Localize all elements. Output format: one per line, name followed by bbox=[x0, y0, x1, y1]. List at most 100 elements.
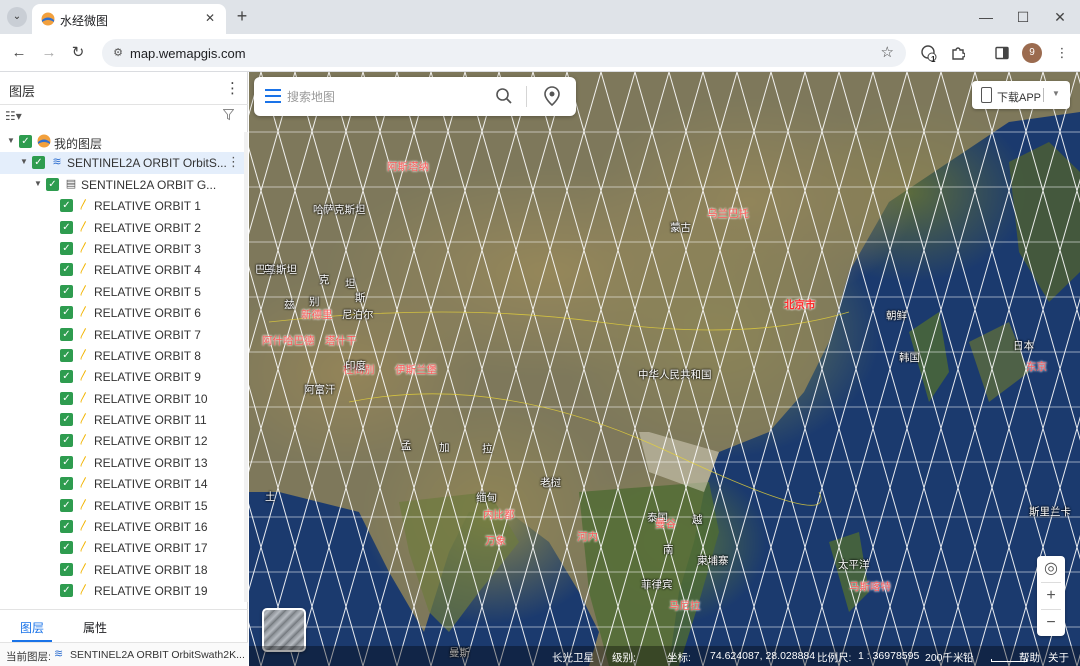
zoom-out-minus-icon[interactable]: − bbox=[1037, 610, 1065, 636]
zoom-in-plus-icon[interactable]: + bbox=[1037, 583, 1065, 609]
layer-checkbox[interactable]: ✓ bbox=[60, 370, 73, 384]
site-info-icon[interactable]: ⚙ bbox=[110, 45, 126, 61]
orbit-layer-row[interactable]: ✓ 〳 RELATIVE ORBIT 12 bbox=[0, 430, 248, 451]
layer-more-kebab-icon[interactable]: ⋮ bbox=[227, 154, 240, 170]
browser-menu-kebab-icon[interactable]: ⋮ bbox=[1050, 41, 1074, 65]
orbit-layer-row[interactable]: ✓ 〳 RELATIVE ORBIT 16 bbox=[0, 516, 248, 537]
map-place-label: 斯里兰卡 bbox=[1029, 506, 1071, 518]
orbit-layer-row[interactable]: ✓ 〳 RELATIVE ORBIT 5 bbox=[0, 281, 248, 302]
orbit-layer-row[interactable]: ✓ 〳 RELATIVE ORBIT 6 bbox=[0, 302, 248, 323]
layer-checkbox[interactable]: ✓ bbox=[60, 391, 73, 405]
line-layer-icon: 〳 bbox=[78, 263, 90, 276]
layer-checkbox[interactable]: ✓ bbox=[60, 306, 73, 320]
layer-checkbox[interactable]: ✓ bbox=[32, 156, 45, 170]
list-view-dropdown-icon[interactable]: ☷▾ bbox=[5, 109, 22, 123]
forward-arrow-icon[interactable]: → bbox=[37, 41, 61, 65]
minimize-icon[interactable]: — bbox=[973, 6, 999, 28]
reload-icon[interactable]: ↻ bbox=[66, 41, 90, 65]
map-place-label: 东京 bbox=[1026, 361, 1047, 373]
orbit-layer-row[interactable]: ✓ 〳 RELATIVE ORBIT 15 bbox=[0, 495, 248, 516]
layer-label: RELATIVE ORBIT 13 bbox=[94, 455, 208, 470]
collapse-caret-icon[interactable]: ▼ bbox=[7, 136, 15, 145]
location-pin-icon[interactable] bbox=[543, 86, 561, 106]
extensions-puzzle-icon[interactable] bbox=[946, 41, 970, 65]
layer-checkbox[interactable]: ✓ bbox=[60, 562, 73, 576]
layer-tree-root[interactable]: ▼ ✓ 我的图层 bbox=[0, 131, 248, 152]
layer-checkbox[interactable]: ✓ bbox=[60, 434, 73, 448]
line-layer-icon: 〳 bbox=[78, 520, 90, 533]
layer-checkbox[interactable]: ✓ bbox=[60, 348, 73, 362]
layer-checkbox[interactable]: ✓ bbox=[60, 413, 73, 427]
tab-list-chevron-icon[interactable]: ⌄ bbox=[7, 7, 27, 27]
download-app-button[interactable]: 下载APP ▼ bbox=[972, 81, 1070, 109]
tab-close-icon[interactable]: ✕ bbox=[202, 10, 218, 26]
side-panel-icon[interactable] bbox=[990, 41, 1014, 65]
orbit-layer-row[interactable]: ✓ 〳 RELATIVE ORBIT 8 bbox=[0, 345, 248, 366]
collapse-caret-icon[interactable]: ▼ bbox=[20, 157, 28, 166]
layer-label: RELATIVE ORBIT 11 bbox=[94, 413, 207, 428]
layer-checkbox[interactable]: ✓ bbox=[46, 177, 59, 191]
orbit-layer-row[interactable]: ✓ 〳 RELATIVE ORBIT 1 bbox=[0, 195, 248, 216]
layer-checkbox[interactable]: ✓ bbox=[60, 541, 73, 555]
layer-checkbox[interactable]: ✓ bbox=[60, 199, 73, 213]
bookmark-star-icon[interactable]: ☆ bbox=[881, 43, 894, 61]
chevron-down-icon[interactable]: ▼ bbox=[1052, 89, 1060, 98]
address-bar[interactable]: ⚙ map.wemapgis.com ☆ bbox=[102, 39, 906, 67]
orbit-layer-row[interactable]: ✓ 〳 RELATIVE ORBIT 14 bbox=[0, 473, 248, 494]
about-link[interactable]: 关于 bbox=[1048, 650, 1069, 665]
tab-layers[interactable]: 图层 bbox=[20, 619, 44, 636]
window-close-icon[interactable]: ✕ bbox=[1047, 6, 1073, 28]
search-icon[interactable] bbox=[495, 87, 513, 105]
layer-checkbox[interactable]: ✓ bbox=[60, 284, 73, 298]
layer-tree-scrollbar[interactable] bbox=[244, 132, 248, 602]
new-tab-plus-icon[interactable]: + bbox=[232, 6, 252, 26]
layer-checkbox[interactable]: ✓ bbox=[60, 263, 73, 277]
orbit-layer-row[interactable]: ✓ 〳 RELATIVE ORBIT 9 bbox=[0, 366, 248, 387]
map-place-label: 克 bbox=[319, 274, 330, 286]
orbit-layer-row[interactable]: ✓ 〳 RELATIVE ORBIT 11 bbox=[0, 409, 248, 430]
wms-service-icon: ≋ bbox=[52, 156, 62, 169]
orbit-layer-row[interactable]: ✓ 〳 RELATIVE ORBIT 18 bbox=[0, 559, 248, 580]
map-place-label: 日本 bbox=[1013, 340, 1034, 352]
layer-checkbox[interactable]: ✓ bbox=[60, 327, 73, 341]
orbit-layer-row[interactable]: ✓ 〳 RELATIVE ORBIT 13 bbox=[0, 452, 248, 473]
back-arrow-icon[interactable]: ← bbox=[7, 41, 31, 65]
layer-tree-group[interactable]: ▼ ✓ ▤ SENTINEL2A ORBIT G... bbox=[0, 174, 248, 195]
browser-tab[interactable]: 水经微图 ✕ bbox=[32, 4, 226, 34]
url-text[interactable]: map.wemapgis.com bbox=[130, 46, 246, 61]
layer-checkbox[interactable]: ✓ bbox=[60, 220, 73, 234]
my-location-target-icon[interactable]: ◎ bbox=[1037, 556, 1065, 582]
layer-label: RELATIVE ORBIT 14 bbox=[94, 477, 208, 492]
maximize-icon[interactable]: ☐ bbox=[1010, 6, 1036, 28]
orbit-layer-row[interactable]: ✓ 〳 RELATIVE ORBIT 17 bbox=[0, 537, 248, 558]
map-place-label: 印度 bbox=[345, 360, 366, 372]
profile-avatar[interactable]: 9 bbox=[1022, 43, 1042, 63]
layer-checkbox[interactable]: ✓ bbox=[60, 241, 73, 255]
layer-checkbox[interactable]: ✓ bbox=[60, 584, 73, 598]
scale-bar-extra: 铅 bbox=[963, 652, 974, 664]
layer-checkbox[interactable]: ✓ bbox=[60, 477, 73, 491]
extension-globe-icon[interactable]: 1 bbox=[917, 41, 941, 65]
map-canvas[interactable]: 阿斯塔纳 哈萨克斯坦 乌兰巴托 蒙古 北京市 朝鲜 韩国 日本 东京 中华人民共和国 阿什哈巴德 塔什… bbox=[249, 72, 1080, 666]
layer-checkbox[interactable]: ✓ bbox=[60, 455, 73, 469]
filter-funnel-icon[interactable] bbox=[222, 109, 235, 124]
orbit-layer-row[interactable]: ✓ 〳 RELATIVE ORBIT 10 bbox=[0, 388, 248, 409]
layer-checkbox[interactable]: ✓ bbox=[60, 498, 73, 512]
panel-more-kebab-icon[interactable]: ⋮ bbox=[225, 79, 240, 97]
layer-checkbox[interactable]: ✓ bbox=[60, 520, 73, 534]
orbit-layer-row[interactable]: ✓ 〳 RELATIVE ORBIT 19 bbox=[0, 580, 248, 601]
orbit-layer-row[interactable]: ✓ 〳 RELATIVE ORBIT 7 bbox=[0, 324, 248, 345]
orbit-layer-row[interactable]: ✓ 〳 RELATIVE ORBIT 3 bbox=[0, 238, 248, 259]
menu-hamburger-icon[interactable] bbox=[265, 89, 281, 103]
orbit-layer-row[interactable]: ✓ 〳 RELATIVE ORBIT 2 bbox=[0, 217, 248, 238]
layer-label: RELATIVE ORBIT 17 bbox=[94, 541, 208, 556]
collapse-caret-icon[interactable]: ▼ bbox=[34, 179, 42, 188]
imagery-source: 长光卫星 bbox=[552, 652, 594, 664]
help-link[interactable]: 帮助 bbox=[1019, 650, 1040, 665]
layer-label: RELATIVE ORBIT 16 bbox=[94, 520, 208, 535]
layer-tree-service[interactable]: ▼ ✓ ≋ SENTINEL2A ORBIT OrbitS... ⋮ bbox=[0, 152, 248, 174]
layer-checkbox[interactable]: ✓ bbox=[19, 135, 32, 148]
tab-attributes[interactable]: 属性 bbox=[83, 619, 107, 636]
orbit-layer-row[interactable]: ✓ 〳 RELATIVE ORBIT 4 bbox=[0, 259, 248, 280]
map-search-input[interactable] bbox=[287, 88, 487, 106]
